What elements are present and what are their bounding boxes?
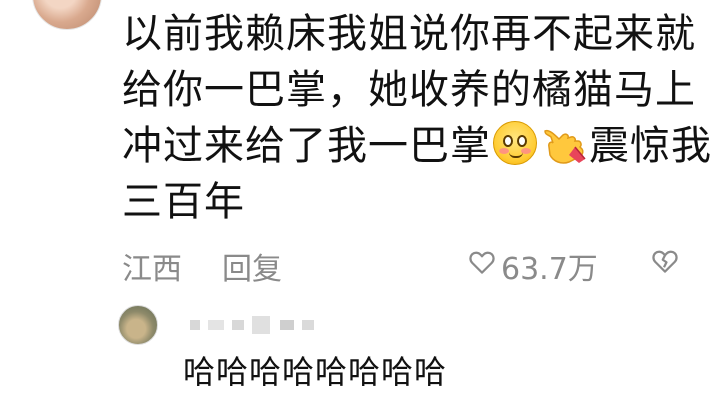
like-button[interactable]: 63.7万: [467, 244, 598, 288]
comment-meta-row: 江西 回复 63.7万: [122, 240, 692, 287]
broken-heart-icon: [650, 249, 680, 284]
heart-icon: [467, 247, 497, 285]
replier-username-blurred[interactable]: [182, 313, 332, 337]
replier-avatar[interactable]: [118, 305, 158, 345]
comment-line-4: 三百年: [122, 179, 245, 225]
comment-body: 以前我赖床我姐说你再不起来就 给你一巴掌，她收养的橘猫马上 冲过来给了我一巴掌 震…: [122, 6, 711, 230]
comment-line-3-text: 冲过来给了我一巴掌: [122, 123, 491, 169]
location-label: 江西: [122, 252, 182, 287]
reply-header: [118, 305, 698, 345]
comment-line-1: 以前我赖床我姐说你再不起来就: [122, 11, 696, 57]
commenter-avatar[interactable]: [32, 0, 102, 30]
comment-line-2: 给你一巴掌，她收养的橘猫马上: [122, 67, 696, 113]
comment-line-3b-text: 震惊我: [589, 123, 712, 169]
dislike-button[interactable]: [650, 246, 680, 284]
comment-thread: 以前我赖床我姐说你再不起来就 给你一巴掌，她收养的橘猫马上 冲过来给了我一巴掌 震…: [0, 0, 720, 405]
reply-body: 哈哈哈哈哈哈哈哈: [183, 353, 448, 391]
reply-button[interactable]: 回复: [222, 244, 282, 288]
pointing-hand-icon: [541, 124, 587, 164]
comment-line-3: 冲过来给了我一巴掌 震惊我: [122, 118, 711, 174]
blushing-face-icon: [493, 121, 537, 165]
like-count: 63.7万: [501, 252, 598, 287]
